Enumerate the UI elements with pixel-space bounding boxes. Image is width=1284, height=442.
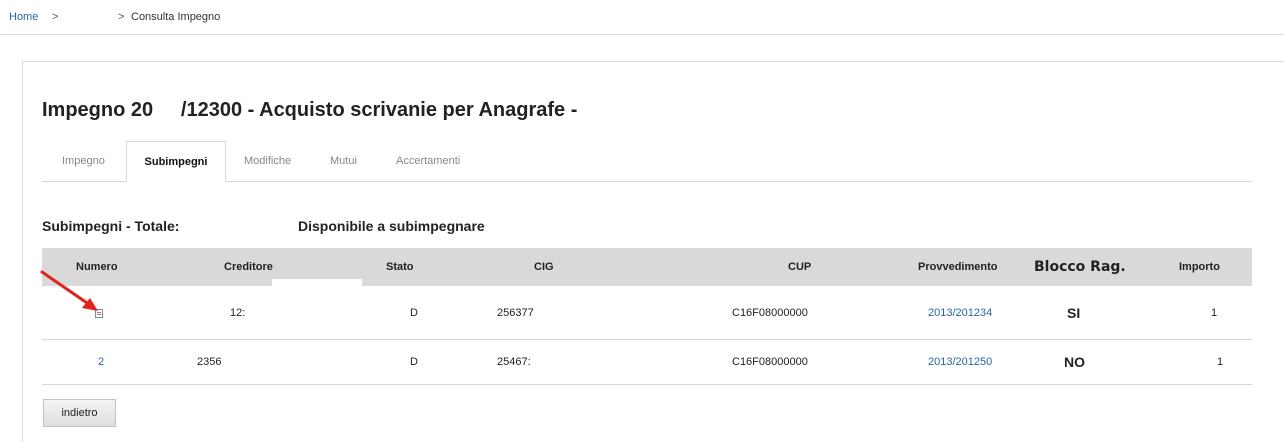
cell-stato: D <box>410 307 418 319</box>
breadcrumb: Home > > Consulta Impegno <box>0 0 1284 35</box>
tab-mutui[interactable]: Mutui <box>330 141 357 181</box>
column-header-importo: Importo <box>1179 261 1220 273</box>
cell-blocco: NO <box>1064 354 1085 370</box>
tab-accertamenti[interactable]: Accertamenti <box>396 141 460 181</box>
breadcrumb-current: Consulta Impegno <box>131 11 221 23</box>
breadcrumb-separator: > <box>52 11 59 23</box>
cell-stato: D <box>410 356 418 368</box>
page-title: Impegno 20 /12300 - Acquisto scrivanie p… <box>42 99 578 121</box>
breadcrumb-home-link[interactable]: Home <box>9 11 38 23</box>
cell-provvedimento-link[interactable]: 2013/201250 <box>928 340 992 384</box>
tab-impegno[interactable]: Impegno <box>62 141 105 181</box>
cell-creditore: 12: <box>230 307 246 319</box>
cell-creditore: 2356 <box>197 356 222 368</box>
tab-bar: Impegno Subimpegni Modifiche Mutui Accer… <box>42 141 1252 182</box>
cell-cig: 256377 <box>497 307 534 319</box>
breadcrumb-separator: > <box>118 11 125 23</box>
cell-importo: 1 <box>1211 307 1218 319</box>
table-row: 12: D 256377 C16F08000000 2013/201234 SI… <box>42 287 1252 340</box>
tab-modifiche[interactable]: Modifiche <box>244 141 291 181</box>
column-header-provvedimento: Provvedimento <box>918 261 998 273</box>
column-header-cup: CUP <box>788 261 812 273</box>
disponibile-label: Disponibile a subimpegnare <box>298 218 485 234</box>
subimpegni-total-label: Subimpegni - Totale: <box>42 218 180 234</box>
cell-cig: 25467: <box>497 356 531 368</box>
cell-importo: 1 <box>1217 356 1224 368</box>
table-header: Numero Creditore Stato CIG CUP Provvedim… <box>42 248 1252 286</box>
tab-subimpegni[interactable]: Subimpegni <box>126 141 226 182</box>
back-button[interactable]: indietro <box>43 399 116 427</box>
cell-cup: C16F08000000 <box>732 307 808 319</box>
cell-provvedimento-link[interactable]: 2013/201234 <box>928 287 992 339</box>
column-header-stato: Stato <box>386 261 414 273</box>
column-header-blocco-rag: Blocco Rag. <box>1034 259 1126 275</box>
column-header-creditore: Creditore <box>224 261 273 273</box>
cell-blocco: SI <box>1067 305 1081 321</box>
cell-cup: C16F08000000 <box>732 356 808 368</box>
red-arrow-icon <box>40 270 98 311</box>
column-header-cig: CIG <box>534 261 554 273</box>
table-row: 2 2356 D 25467: C16F08000000 2013/201250… <box>42 340 1252 385</box>
cell-numero-link[interactable]: 2 <box>98 340 104 384</box>
